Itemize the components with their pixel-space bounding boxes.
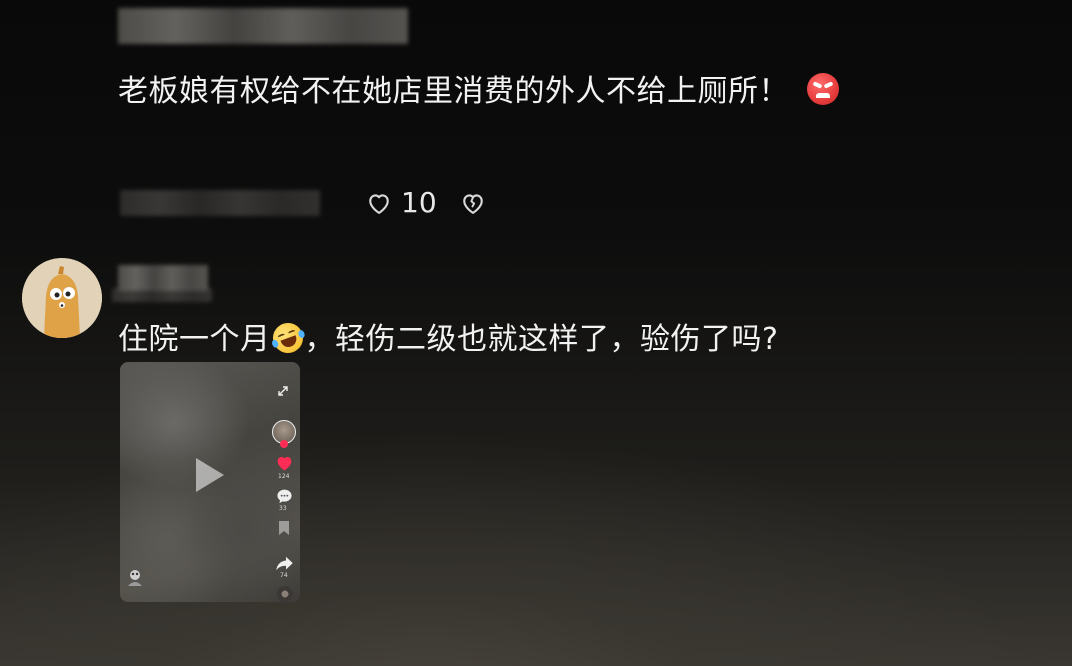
comment1-actions: 10 [365,186,487,219]
avatar[interactable] [22,258,102,338]
comment2-text-row: 住院一个月 ，轻伤二级也就这样了，验伤了吗? [118,318,779,360]
video-share-count: 74 [280,572,288,579]
angry-emoji-icon [807,73,839,105]
avatar-character-icon [22,258,102,338]
bottom-left-badge-icon [128,570,142,586]
expand-icon[interactable] [276,384,290,398]
rolling-laughing-emoji-icon [268,318,307,358]
follow-plus-icon[interactable] [280,440,288,448]
video-like-heart-icon[interactable] [276,456,293,471]
comment1-meta-blurred [120,190,320,216]
comment2-text-before: 住院一个月 [118,322,271,357]
play-icon[interactable] [196,458,224,492]
video-thumbnail[interactable]: 124 33 74 [120,362,300,602]
like-heart-icon[interactable] [365,189,393,217]
video-bookmark-icon[interactable] [277,520,291,536]
comment1-username-blurred[interactable] [118,8,408,44]
video-comment-icon[interactable] [276,488,293,504]
comment2-text-after: ，轻伤二级也就这样了，验伤了吗? [304,322,779,357]
comment1-text-row: 老板娘有权给不在她店里消费的外人不给上厕所！ [118,72,839,112]
video-comment-count: 33 [279,505,287,512]
comment2-subname-blurred [112,288,212,302]
video-share-icon[interactable] [275,556,294,571]
dislike-broken-heart-icon[interactable] [459,189,487,217]
video-like-count: 124 [278,473,290,480]
comment1-text: 老板娘有权给不在她店里消费的外人不给上厕所！ [118,74,789,109]
music-disc-icon[interactable] [277,586,293,602]
like-count: 10 [401,186,437,219]
